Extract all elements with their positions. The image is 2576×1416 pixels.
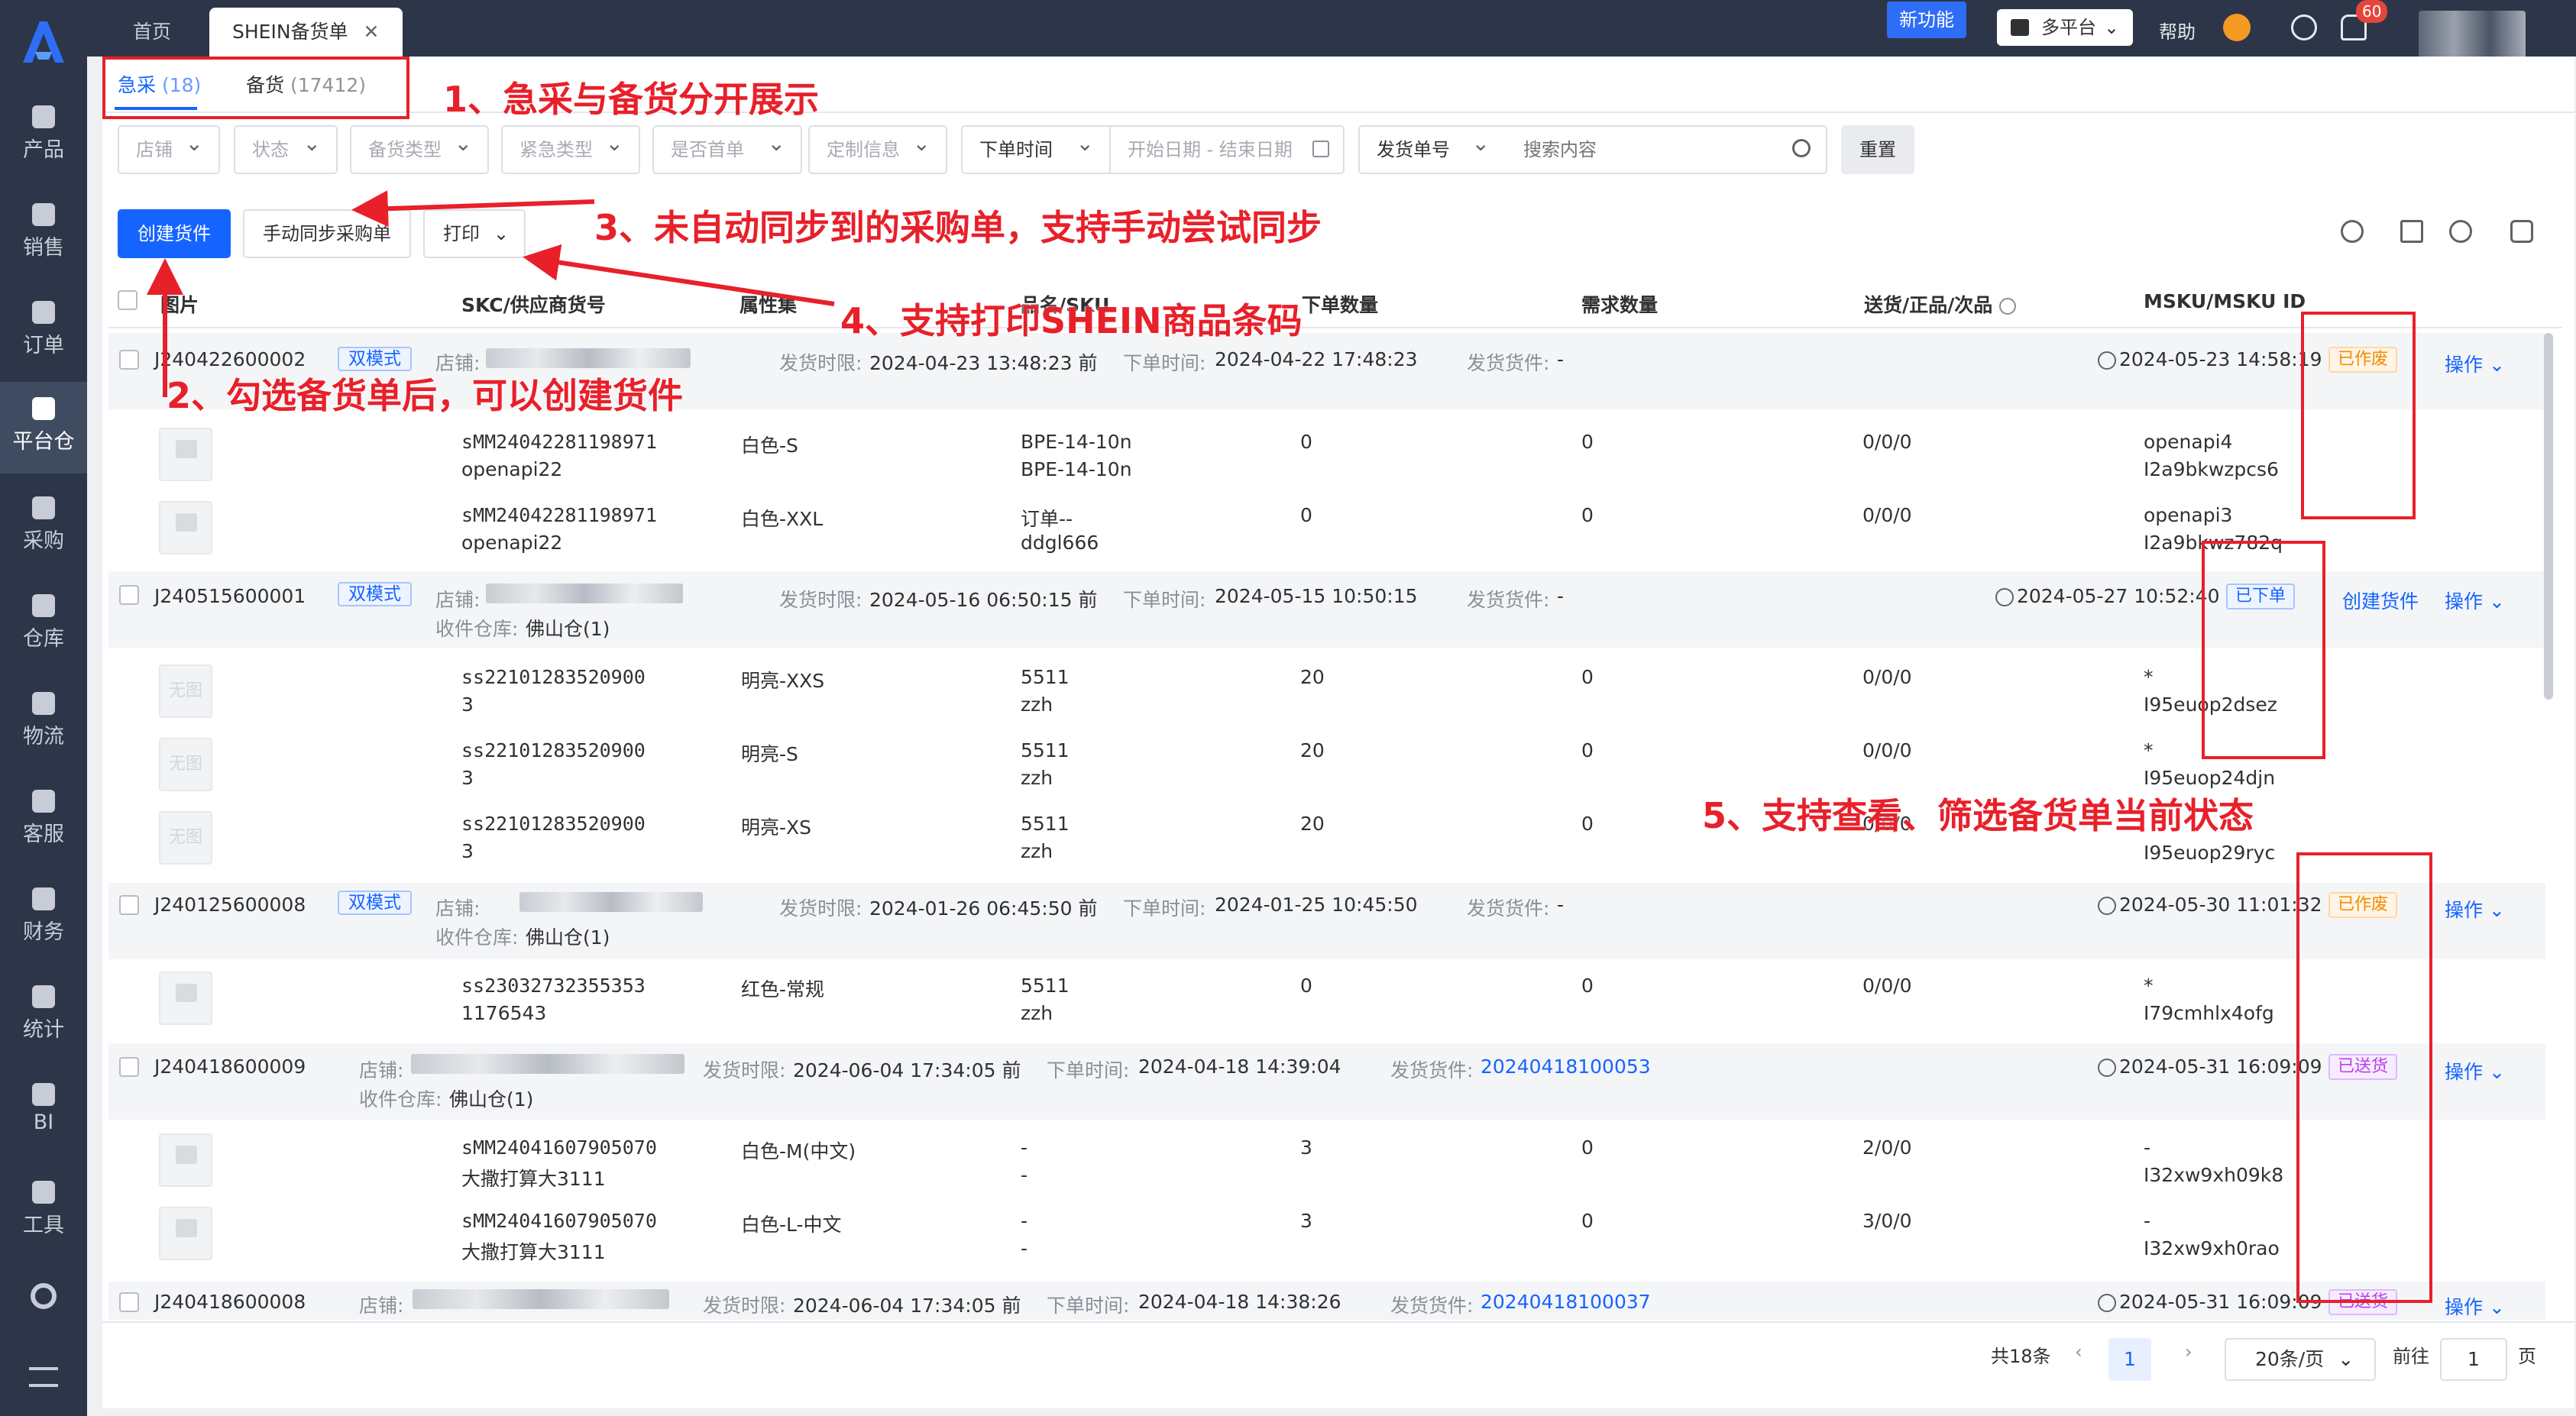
annotation-arrows	[147, 190, 835, 397]
arrow-to-print-button	[523, 244, 835, 306]
arrow-to-sync-button	[351, 190, 595, 228]
